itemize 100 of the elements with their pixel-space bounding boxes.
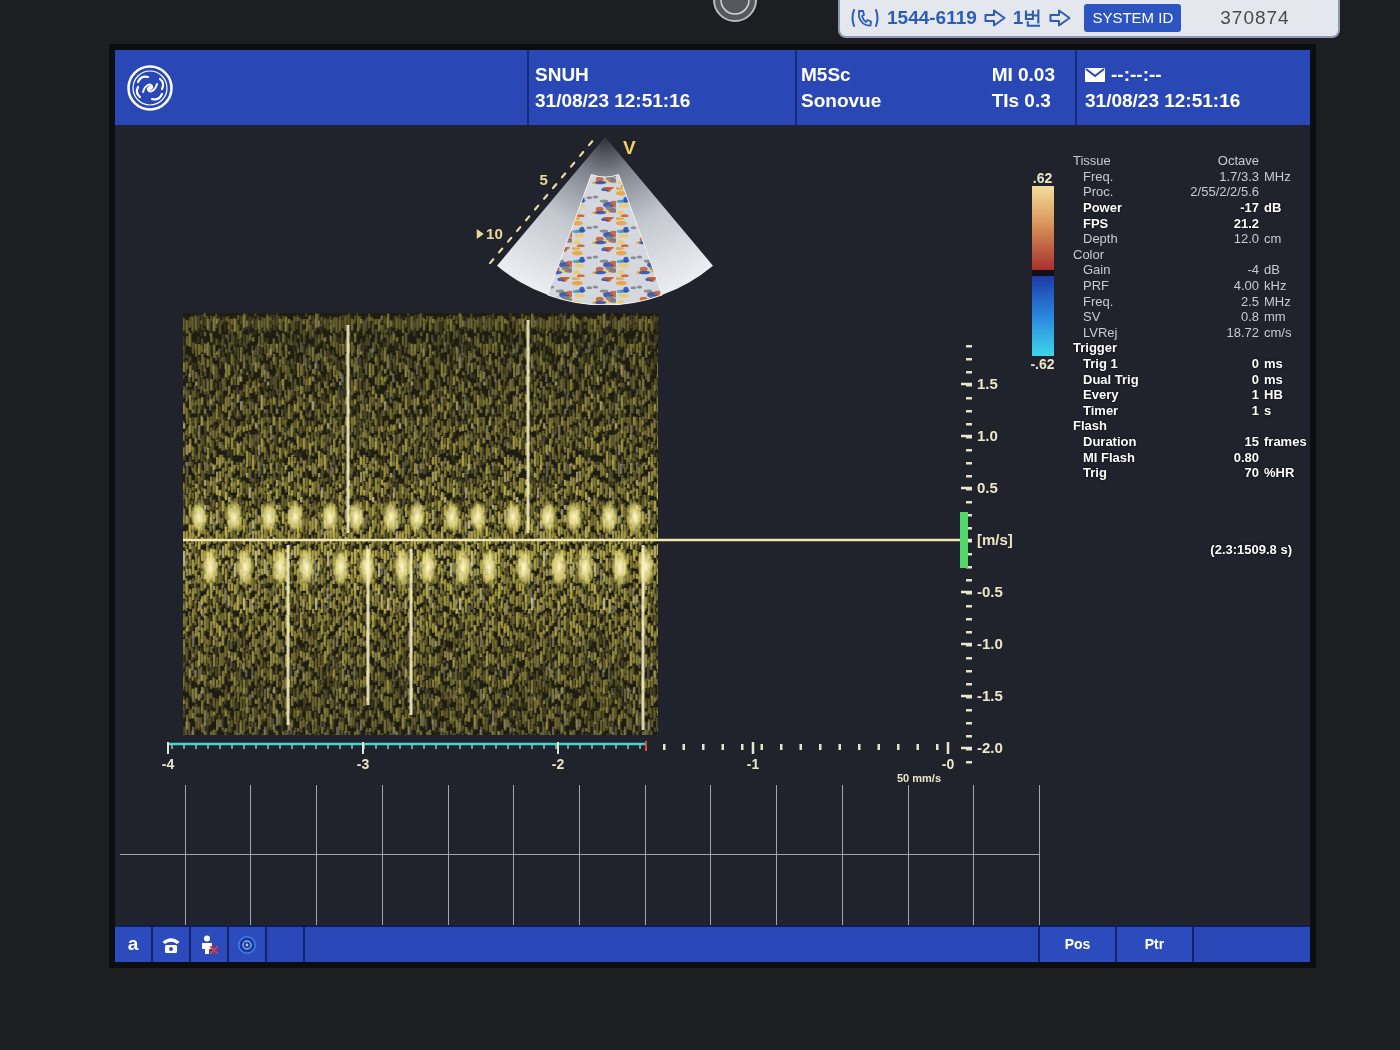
velocity-label: 0.5	[977, 477, 998, 498]
parameter-label: Freq.	[1083, 293, 1114, 309]
parameter-value: Octave	[1217, 153, 1259, 169]
parameter-unit: ms	[1264, 371, 1283, 387]
parameter-value: 0.80	[1233, 449, 1259, 465]
softkey-button[interactable]: Ptr	[1117, 927, 1194, 962]
arrow-right-icon	[983, 9, 1006, 27]
target-icon	[238, 935, 256, 954]
parameter-value: 4.00	[1233, 278, 1259, 294]
velocity-label: 1.0	[977, 425, 998, 446]
exam-datetime: 31/08/23 12:51:16	[535, 88, 691, 113]
parameter-label: Gain	[1083, 262, 1111, 278]
velocity-label: -0.5	[977, 581, 1003, 602]
parameter-label: Depth	[1083, 231, 1118, 247]
parameter-label: Power	[1083, 200, 1122, 216]
parameter-value: -4	[1247, 262, 1259, 278]
person-cross-icon	[200, 935, 218, 954]
parameter-unit: MHz	[1264, 293, 1291, 309]
parameter-value: 0.8	[1240, 309, 1259, 325]
time-label: -2	[551, 756, 565, 772]
parameter-unit: cm/s	[1264, 324, 1292, 340]
time-label: -3	[356, 756, 370, 772]
mechanical-index: MI 0.03	[991, 62, 1055, 87]
velocity-label: [m/s]	[977, 529, 1013, 550]
depth-label: 5	[539, 171, 548, 189]
parameter-value: 0	[1251, 371, 1259, 387]
baseline-marker-icon	[960, 512, 968, 568]
parameter-unit: %HR	[1264, 465, 1295, 481]
parameter-unit: s	[1264, 402, 1272, 418]
velocity-label: -1.0	[977, 633, 1003, 654]
parameter-label: LVRej	[1083, 324, 1118, 340]
parameter-label: Trigger	[1073, 340, 1118, 356]
parameter-label: Flash	[1073, 418, 1107, 434]
parameter-unit: cm	[1264, 231, 1282, 247]
orientation-label: V	[623, 137, 636, 158]
parameter-value: 1.7/3.3	[1219, 168, 1259, 184]
parameter-value: 18.72	[1226, 324, 1259, 340]
parameter-label: MI Flash	[1083, 449, 1135, 465]
toolbar-button[interactable]: a	[115, 927, 153, 962]
parameter-label: Tissue	[1073, 153, 1111, 169]
arrow-right-icon	[1049, 9, 1072, 27]
depth-label: 10	[486, 224, 503, 242]
system-id-label: SYSTEM ID	[1084, 4, 1182, 32]
parameter-label: Every	[1083, 387, 1119, 403]
toolbar-button[interactable]	[153, 927, 191, 962]
cine-range: (2.3:1509.8 s)	[1210, 541, 1292, 560]
parameter-value: 1	[1251, 387, 1259, 403]
color-scale-max: .62	[1032, 170, 1053, 186]
preset-name: Sonovue	[801, 88, 882, 113]
parameter-label: SV	[1083, 309, 1101, 325]
support-phone: 1544-6119	[887, 5, 977, 30]
parameter-unit: MHz	[1264, 168, 1291, 184]
focus-marker-icon	[476, 228, 484, 239]
timer-readout: --:--:--	[1111, 62, 1162, 87]
parameter-value: 21.2	[1233, 215, 1259, 231]
parameter-value: 2/55/2/2/5.6	[1190, 184, 1259, 200]
probe-name: M5Sc	[801, 62, 851, 87]
parameter-label: Proc.	[1083, 184, 1114, 200]
parameter-label: Trig	[1083, 465, 1107, 481]
time-label: -4	[161, 756, 175, 772]
parameter-value: 70	[1244, 465, 1259, 481]
time-label: -1	[746, 756, 760, 772]
parameter-unit: ms	[1264, 356, 1283, 371]
parameter-value: 2.5	[1240, 293, 1259, 309]
parameter-label: Dual Trig	[1083, 371, 1139, 387]
parameter-value: 1	[1251, 402, 1259, 418]
telephone-icon	[162, 936, 180, 953]
parameter-value: -17	[1240, 200, 1259, 216]
velocity-label: 1.5	[977, 373, 998, 394]
color-scale-min: -.62	[1030, 356, 1055, 372]
thermal-index: TIs 0.3	[991, 88, 1051, 113]
parameter-label: Freq.	[1083, 168, 1114, 184]
parameter-unit: dB	[1264, 262, 1280, 278]
site-name: SNUH	[535, 62, 589, 87]
bezel-emblem-icon	[712, 0, 758, 22]
parameter-label: Trig 1	[1083, 356, 1118, 371]
parameter-unit: mm	[1264, 309, 1286, 325]
envelope-icon	[1085, 67, 1105, 82]
parameter-value: 15	[1244, 434, 1259, 449]
parameter-value: 0	[1251, 356, 1259, 371]
phone-icon	[850, 7, 880, 29]
emblem-icon	[127, 64, 173, 111]
softkey-button[interactable]: Pos	[1040, 927, 1117, 962]
parameter-label: Color	[1073, 246, 1105, 262]
parameter-value: 12.0	[1233, 231, 1259, 247]
toolbar-button[interactable]	[191, 927, 229, 962]
time-label: -0	[941, 756, 955, 772]
menu-step: 1번	[1012, 3, 1043, 33]
parameter-label: Duration	[1083, 434, 1137, 449]
parameter-unit: frames	[1264, 434, 1307, 449]
parameter-unit: dB	[1264, 200, 1282, 216]
parameter-label: Timer	[1083, 402, 1119, 418]
velocity-label: -1.5	[977, 685, 1003, 706]
system-id-value: 370874	[1220, 5, 1290, 30]
parameter-label: FPS	[1083, 215, 1109, 231]
velocity-label: -2.0	[977, 737, 1003, 758]
parameter-unit: kHz	[1264, 278, 1287, 294]
system-datetime: 31/08/23 12:51:16	[1085, 88, 1241, 113]
parameter-label: PRF	[1083, 278, 1109, 294]
sweep-speed: 50 mm/s	[896, 772, 941, 785]
